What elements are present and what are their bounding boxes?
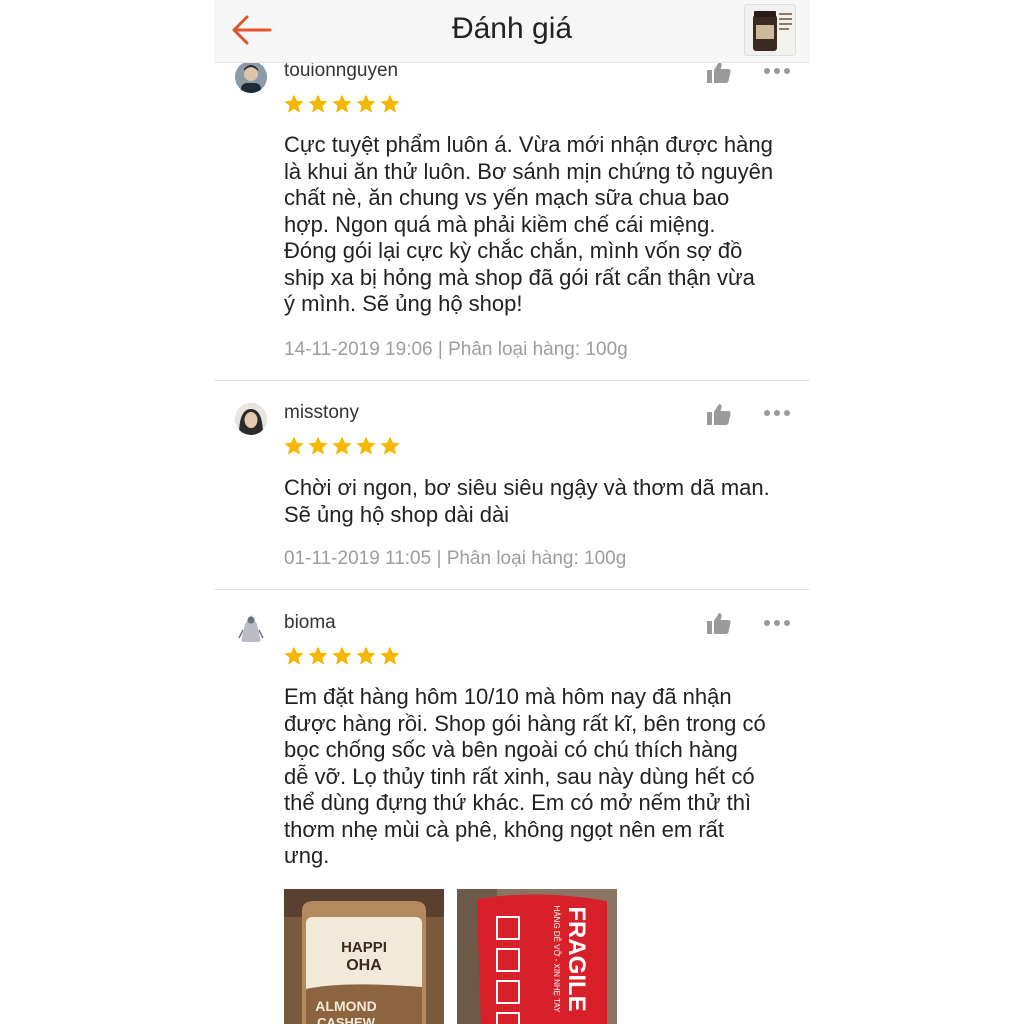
jar-product1-text: ALMOND xyxy=(315,998,376,1014)
page-title: Đánh giá xyxy=(451,12,573,45)
jar-brand-text: HAPPI xyxy=(341,939,387,956)
avatar[interactable] xyxy=(235,612,267,644)
star-icon xyxy=(356,646,376,665)
review-photo[interactable]: FRAGILE HÀNG DỄ VỠ - XIN NHẸ TAY xyxy=(457,889,617,1024)
star-icon xyxy=(332,646,352,665)
product-jar-image xyxy=(745,5,795,55)
more-options-button[interactable] xyxy=(764,616,794,630)
username[interactable]: bioma xyxy=(284,612,336,634)
fragile-sublabel: HÀNG DỄ VỠ - XIN NHẸ TAY xyxy=(552,906,561,1014)
reviews-screen: Đánh giá touionnguyen Cực tuyệt phẩm luô… xyxy=(214,0,810,1024)
product-thumbnail[interactable] xyxy=(744,4,796,56)
thumbs-up-icon[interactable] xyxy=(706,611,732,635)
review-text: Em đặt hàng hôm 10/10 mà hôm nay đã nhận… xyxy=(284,684,766,868)
star-icon xyxy=(284,646,304,665)
fragile-label: FRAGILE xyxy=(563,906,590,1011)
app-header: Đánh giá xyxy=(214,0,810,63)
review-item: bioma Em đặt hàng hôm 10/10 mà hôm nay đ… xyxy=(214,0,810,1024)
star-icon xyxy=(380,646,400,665)
star-icon xyxy=(308,646,328,665)
jar-brand2-text: OHA xyxy=(346,957,382,974)
rating-stars xyxy=(283,645,401,667)
review-photo[interactable]: HAPPI OHA ALMOND CASHEW xyxy=(284,889,444,1024)
jar-product2-text: CASHEW xyxy=(317,1015,376,1024)
